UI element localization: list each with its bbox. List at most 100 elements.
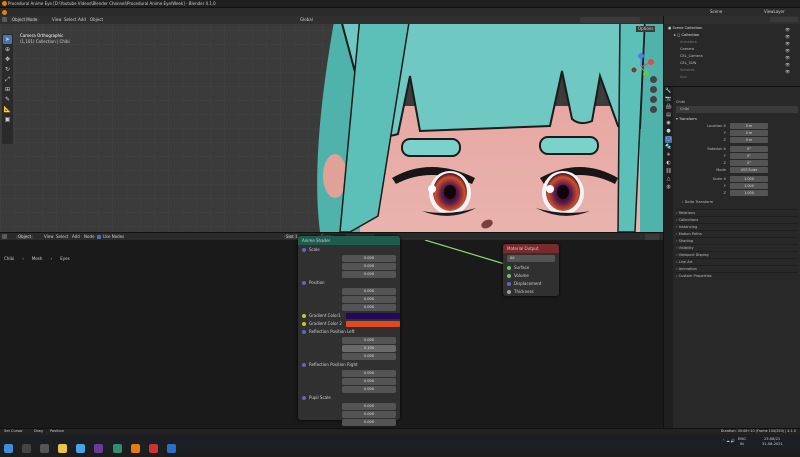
outliner-item-armature[interactable]: Armature <box>668 39 796 46</box>
blender-menu-icon[interactable] <box>2 10 7 15</box>
world-tab-icon[interactable]: ● <box>665 128 672 135</box>
clock-date[interactable]: 31-08-2021 <box>762 442 783 447</box>
scale-y-prop-field[interactable]: 1.000 <box>730 183 768 189</box>
gradient-color1-socket[interactable] <box>302 314 306 318</box>
measure-tool-icon[interactable]: 📐 <box>3 105 12 114</box>
node-editor-canvas[interactable]: Chibi › Mesh › Eyes Anime Shader Scale 0… <box>0 236 663 428</box>
reflection-left-socket[interactable] <box>302 330 306 334</box>
panel-visibility[interactable]: › Visibility <box>676 244 798 251</box>
scene-collection-row[interactable]: ▣ Scene Collection <box>668 25 796 32</box>
panel-instancing[interactable]: › Instancing <box>676 223 798 230</box>
rotation-x-field[interactable]: 0° <box>730 146 768 152</box>
3d-viewport[interactable]: Object Mode View Select Add Object Globa… <box>0 16 663 232</box>
scene-selector[interactable]: Scene <box>710 10 722 14</box>
panel-relations[interactable]: › Relations <box>676 209 798 216</box>
panel-collections[interactable]: › Collections <box>676 216 798 223</box>
view-layer-tab-icon[interactable]: ▤ <box>665 112 672 119</box>
rotation-mode-select[interactable]: XYZ Euler <box>730 167 768 173</box>
reflection-right-z-field[interactable]: 0.000 <box>342 386 396 393</box>
delta-transform-panel[interactable]: › Delta Transform <box>676 199 798 206</box>
pupil-scale-y-field[interactable]: 0.000 <box>342 411 396 418</box>
position-z-field[interactable]: 0.000 <box>342 304 396 311</box>
scale-y-field[interactable]: 0.000 <box>342 263 396 270</box>
system-tray-icons[interactable]: ⌃ ☁ 🔊 <box>722 439 735 444</box>
panel-animation[interactable]: › Animation <box>676 265 798 272</box>
add-cube-tool-icon[interactable]: ▣ <box>3 115 12 124</box>
scene-tab-icon[interactable]: ◉ <box>665 120 672 127</box>
output-tab-icon[interactable]: 🖨 <box>665 104 672 111</box>
scale-x-prop-field[interactable]: 1.000 <box>730 176 768 182</box>
surface-socket[interactable] <box>507 266 511 270</box>
position-y-field[interactable]: 0.000 <box>342 296 396 303</box>
anime-shader-node[interactable]: Anime Shader Scale 0.000 0.000 0.000 Pos… <box>298 236 400 426</box>
visibility-toggles[interactable]: 👁 👁 👁 👁 👁 👁 👁 <box>785 26 797 81</box>
app-icon[interactable] <box>112 444 122 453</box>
reflection-right-y-field[interactable]: 0.000 <box>342 378 396 385</box>
gradient-color2-swatch[interactable] <box>346 321 400 327</box>
blender-taskbar-icon[interactable] <box>130 444 140 453</box>
viewport-menu-object[interactable]: Object <box>90 18 103 22</box>
viewlayer-selector[interactable]: ViewLayer <box>764 10 785 14</box>
constraints-tab-icon[interactable]: ⛓ <box>665 168 672 175</box>
tool-tab-icon[interactable]: 🔧 <box>665 88 672 95</box>
move-tool-icon[interactable]: ✥ <box>3 55 12 64</box>
physics-tab-icon[interactable]: ◐ <box>665 160 672 167</box>
panel-shading[interactable]: › Shading <box>676 237 798 244</box>
particles-tab-icon[interactable]: ✳ <box>665 152 672 159</box>
location-x-field[interactable]: 0 m <box>730 123 768 129</box>
reflection-left-y-field[interactable]: 0.100 <box>342 345 396 352</box>
reflection-right-socket[interactable] <box>302 363 306 367</box>
node-menu-view[interactable]: View <box>44 235 54 239</box>
scale-z-field[interactable]: 0.000 <box>342 271 396 278</box>
output-target-select[interactable]: All <box>507 255 555 262</box>
grid-perspective-icon[interactable] <box>650 106 657 113</box>
node-editor-type-icon[interactable] <box>2 234 7 239</box>
annotate-tool-icon[interactable]: ✎ <box>3 95 12 104</box>
render-tab-icon[interactable]: 📷 <box>665 96 672 103</box>
shader-type-selector[interactable]: Object <box>16 235 34 239</box>
outliner-item-sun[interactable]: Sun <box>668 74 796 81</box>
displacement-socket[interactable] <box>507 282 511 286</box>
thickness-socket[interactable] <box>507 290 511 294</box>
rotation-z-field[interactable]: 0° <box>730 160 768 166</box>
editor-type-icon[interactable] <box>2 17 7 22</box>
scale-socket[interactable] <box>302 248 306 252</box>
transform-tool-icon[interactable]: ⊞ <box>3 85 12 94</box>
viewport-menu-view[interactable]: View <box>52 18 62 22</box>
scale-x-field[interactable]: 0.000 <box>342 255 396 262</box>
outliner-item-cel-camera[interactable]: CEL_Camera <box>668 53 796 60</box>
premiere-icon[interactable] <box>94 444 104 453</box>
reflection-right-x-field[interactable]: 0.000 <box>342 370 396 377</box>
anime-shader-header[interactable]: Anime Shader <box>298 236 400 245</box>
outliner-item-camera[interactable]: Camera <box>668 46 796 53</box>
outliner-item-cel-sun[interactable]: CEL_SUN <box>668 60 796 67</box>
use-nodes-checkbox[interactable] <box>97 235 101 239</box>
material-output-header[interactable]: Material Output <box>503 244 559 253</box>
position-socket[interactable] <box>302 281 306 285</box>
viewport-shading-buttons[interactable] <box>580 17 640 23</box>
scale-tool-icon[interactable]: ⤢ <box>3 75 12 84</box>
windows-start-icon[interactable] <box>4 444 13 453</box>
location-y-field[interactable]: 0 m <box>730 130 768 136</box>
reflection-left-x-field[interactable]: 0.000 <box>342 337 396 344</box>
material-output-node[interactable]: Material Output All Surface Volume Displ… <box>503 244 559 296</box>
viewport-menu-add[interactable]: Add <box>78 18 86 22</box>
chrome-icon[interactable] <box>76 444 86 453</box>
panel-viewport-display[interactable]: › Viewport Display <box>676 251 798 258</box>
pan-hand-icon[interactable] <box>650 86 657 93</box>
object-name-field[interactable]: Chibi <box>676 106 798 113</box>
rotate-tool-icon[interactable]: ↻ <box>3 65 12 74</box>
mode-selector[interactable]: Object Mode <box>10 18 40 22</box>
options-button[interactable]: Options <box>636 26 656 32</box>
position-x-field[interactable]: 0.000 <box>342 288 396 295</box>
scale-z-prop-field[interactable]: 1.000 <box>730 190 768 196</box>
panel-motion-paths[interactable]: › Motion Paths <box>676 230 798 237</box>
obs-icon[interactable] <box>148 444 158 453</box>
data-tab-icon[interactable]: △ <box>665 176 672 183</box>
volume-socket[interactable] <box>507 274 511 278</box>
gradient-color1-swatch[interactable] <box>346 313 400 319</box>
rotation-y-field[interactable]: 0° <box>730 153 768 159</box>
outliner-item-spheres[interactable]: Spheres <box>668 67 796 74</box>
outliner-filter-icon[interactable] <box>770 17 798 22</box>
node-menu-select[interactable]: Select <box>56 235 68 239</box>
